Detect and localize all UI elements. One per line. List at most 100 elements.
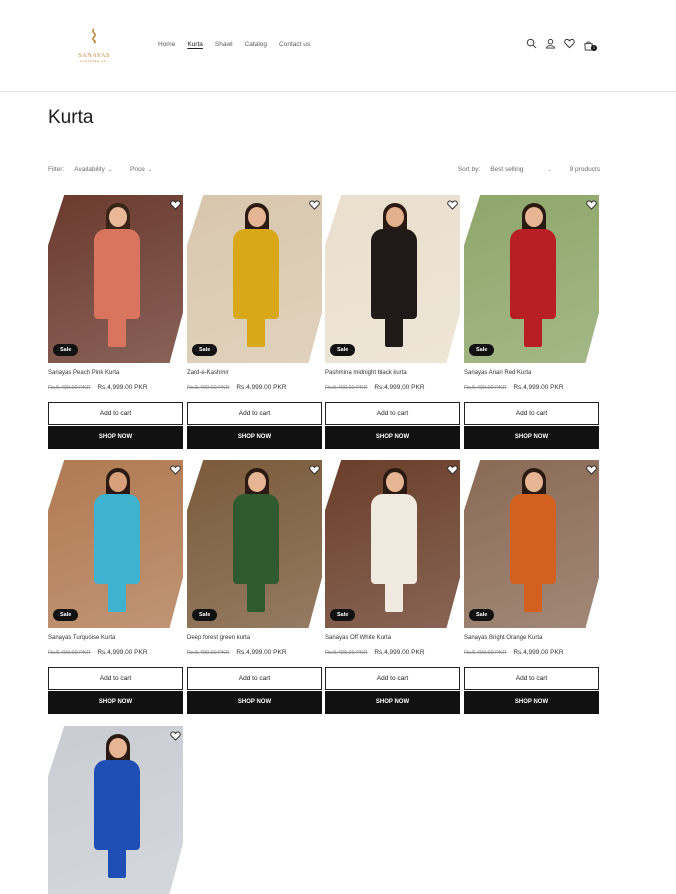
product-image[interactable]: Sale bbox=[48, 460, 183, 628]
wishlist-heart-icon[interactable] bbox=[447, 465, 458, 475]
wishlist-heart-icon[interactable] bbox=[309, 200, 320, 210]
product-name[interactable]: Deep forest green kurta bbox=[187, 635, 250, 641]
model-dress bbox=[510, 494, 556, 584]
chevron-down-icon: ⌄ bbox=[147, 167, 153, 173]
regular-price: Rs.5,499.00 PKR bbox=[187, 650, 230, 656]
product-image[interactable]: Sale bbox=[187, 195, 322, 363]
product-photo bbox=[187, 460, 322, 628]
nav-catalog[interactable]: Catalog bbox=[245, 41, 267, 48]
header-icons: 1 bbox=[526, 38, 597, 51]
add-to-cart-button[interactable]: Add to cart bbox=[464, 402, 599, 425]
shop-now-button[interactable]: SHOP NOW bbox=[464, 691, 599, 714]
model-legs bbox=[524, 582, 542, 612]
account-icon[interactable] bbox=[545, 38, 556, 49]
product-image[interactable]: Sale bbox=[325, 460, 460, 628]
add-to-cart-button[interactable]: Add to cart bbox=[48, 402, 183, 425]
model-legs bbox=[385, 317, 403, 347]
regular-price: Rs.5,499.00 PKR bbox=[48, 650, 91, 656]
add-to-cart-button[interactable]: Add to cart bbox=[187, 402, 322, 425]
logo[interactable]: SANAYAS CLOTHING CO. bbox=[76, 28, 112, 64]
sale-price: Rs.4,999.00 PKR bbox=[513, 384, 564, 391]
nav-home[interactable]: Home bbox=[158, 41, 175, 48]
shop-now-button[interactable]: SHOP NOW bbox=[187, 426, 322, 449]
product-price: Rs.5,499.00 PKR Rs.4,999.00 PKR bbox=[464, 384, 564, 391]
shop-now-button[interactable]: SHOP NOW bbox=[325, 691, 460, 714]
model-dress bbox=[94, 494, 140, 584]
model-dress bbox=[233, 494, 279, 584]
shop-now-button[interactable]: SHOP NOW bbox=[187, 691, 322, 714]
sort-value: Best selling bbox=[490, 166, 524, 173]
filter-price-dropdown[interactable]: Price ⌄ bbox=[130, 166, 152, 173]
add-to-cart-button[interactable]: Add to cart bbox=[325, 402, 460, 425]
product-price: Rs.5,499.00 PKR Rs.4,999.00 PKR bbox=[325, 384, 425, 391]
wishlist-icon[interactable] bbox=[564, 38, 575, 49]
product-count: 9 products bbox=[569, 166, 600, 173]
product-image[interactable]: Sale bbox=[325, 195, 460, 363]
model-face bbox=[109, 738, 127, 758]
product-photo bbox=[48, 726, 183, 894]
product-photo bbox=[48, 460, 183, 628]
sale-badge: Sale bbox=[53, 344, 79, 356]
model-face bbox=[109, 207, 127, 227]
chevron-down-icon: ⌄ bbox=[107, 167, 113, 173]
wishlist-heart-icon[interactable] bbox=[309, 465, 320, 475]
filter-availability-dropdown[interactable]: Availability ⌄ bbox=[74, 166, 112, 173]
model-dress bbox=[371, 494, 417, 584]
sale-price: Rs.4,999.00 PKR bbox=[374, 384, 425, 391]
sale-badge: Sale bbox=[330, 344, 356, 356]
model-legs bbox=[108, 848, 126, 878]
product-name[interactable]: Sanayas Anari Red Kurta bbox=[464, 370, 531, 376]
model-legs bbox=[108, 317, 126, 347]
cart-button[interactable]: 1 bbox=[583, 38, 597, 51]
wishlist-heart-icon[interactable] bbox=[447, 200, 458, 210]
nav-kurta[interactable]: Kurta bbox=[187, 41, 203, 48]
wishlist-heart-icon[interactable] bbox=[586, 465, 597, 475]
sale-price: Rs.4,999.00 PKR bbox=[97, 384, 148, 391]
shop-now-button[interactable]: SHOP NOW bbox=[48, 691, 183, 714]
shop-now-button[interactable]: SHOP NOW bbox=[325, 426, 460, 449]
wishlist-heart-icon[interactable] bbox=[170, 731, 181, 741]
add-to-cart-button[interactable]: Add to cart bbox=[325, 667, 460, 690]
cart-count-badge: 1 bbox=[591, 45, 597, 51]
model-legs bbox=[524, 317, 542, 347]
sale-badge: Sale bbox=[330, 609, 356, 621]
sale-price: Rs.4,999.00 PKR bbox=[513, 649, 564, 656]
sort-select[interactable]: Best selling ⌄ bbox=[490, 166, 551, 173]
wishlist-heart-icon[interactable] bbox=[170, 200, 181, 210]
product-image[interactable]: Sale bbox=[187, 460, 322, 628]
add-to-cart-button[interactable]: Add to cart bbox=[464, 667, 599, 690]
product-name[interactable]: Pashmina midnight black kurta bbox=[325, 370, 407, 376]
product-name[interactable]: Sanayas Turquoise Kurta bbox=[48, 635, 115, 641]
product-image[interactable]: Sale bbox=[464, 460, 599, 628]
model-legs bbox=[385, 582, 403, 612]
sale-price: Rs.4,999.00 PKR bbox=[97, 649, 148, 656]
regular-price: Rs.5,499.00 PKR bbox=[464, 385, 507, 391]
product-name[interactable]: Sanayas Peach Pink Kurta bbox=[48, 370, 119, 376]
product-photo bbox=[464, 195, 599, 363]
shop-now-button[interactable]: SHOP NOW bbox=[48, 426, 183, 449]
model-face bbox=[386, 207, 404, 227]
model-legs bbox=[108, 582, 126, 612]
add-to-cart-button[interactable]: Add to cart bbox=[187, 667, 322, 690]
product-price: Rs.5,499.00 PKR Rs.4,999.00 PKR bbox=[187, 384, 287, 391]
nav-shawl[interactable]: Shawl bbox=[215, 41, 233, 48]
product-name[interactable]: Sanayas Off White Kurta bbox=[325, 635, 391, 641]
product-price: Rs.5,499.00 PKR Rs.4,999.00 PKR bbox=[464, 649, 564, 656]
shop-now-button[interactable]: SHOP NOW bbox=[464, 426, 599, 449]
product-name[interactable]: Sanayas Bright Orange Kurta bbox=[464, 635, 542, 641]
wishlist-heart-icon[interactable] bbox=[586, 200, 597, 210]
product-image[interactable]: Sale bbox=[48, 195, 183, 363]
add-to-cart-button[interactable]: Add to cart bbox=[48, 667, 183, 690]
logo-text: SANAYAS bbox=[78, 52, 110, 59]
search-icon[interactable] bbox=[526, 38, 537, 49]
filter-price-label: Price bbox=[130, 166, 145, 173]
nav-contact-us[interactable]: Contact us bbox=[279, 41, 310, 48]
wishlist-heart-icon[interactable] bbox=[170, 465, 181, 475]
product-photo bbox=[464, 460, 599, 628]
sale-badge: Sale bbox=[192, 609, 218, 621]
sale-badge: Sale bbox=[469, 609, 495, 621]
sale-badge: Sale bbox=[469, 344, 495, 356]
product-name[interactable]: Zard-e-Kashmir bbox=[187, 370, 229, 376]
product-image[interactable]: Sale bbox=[464, 195, 599, 363]
product-image[interactable] bbox=[48, 726, 183, 894]
